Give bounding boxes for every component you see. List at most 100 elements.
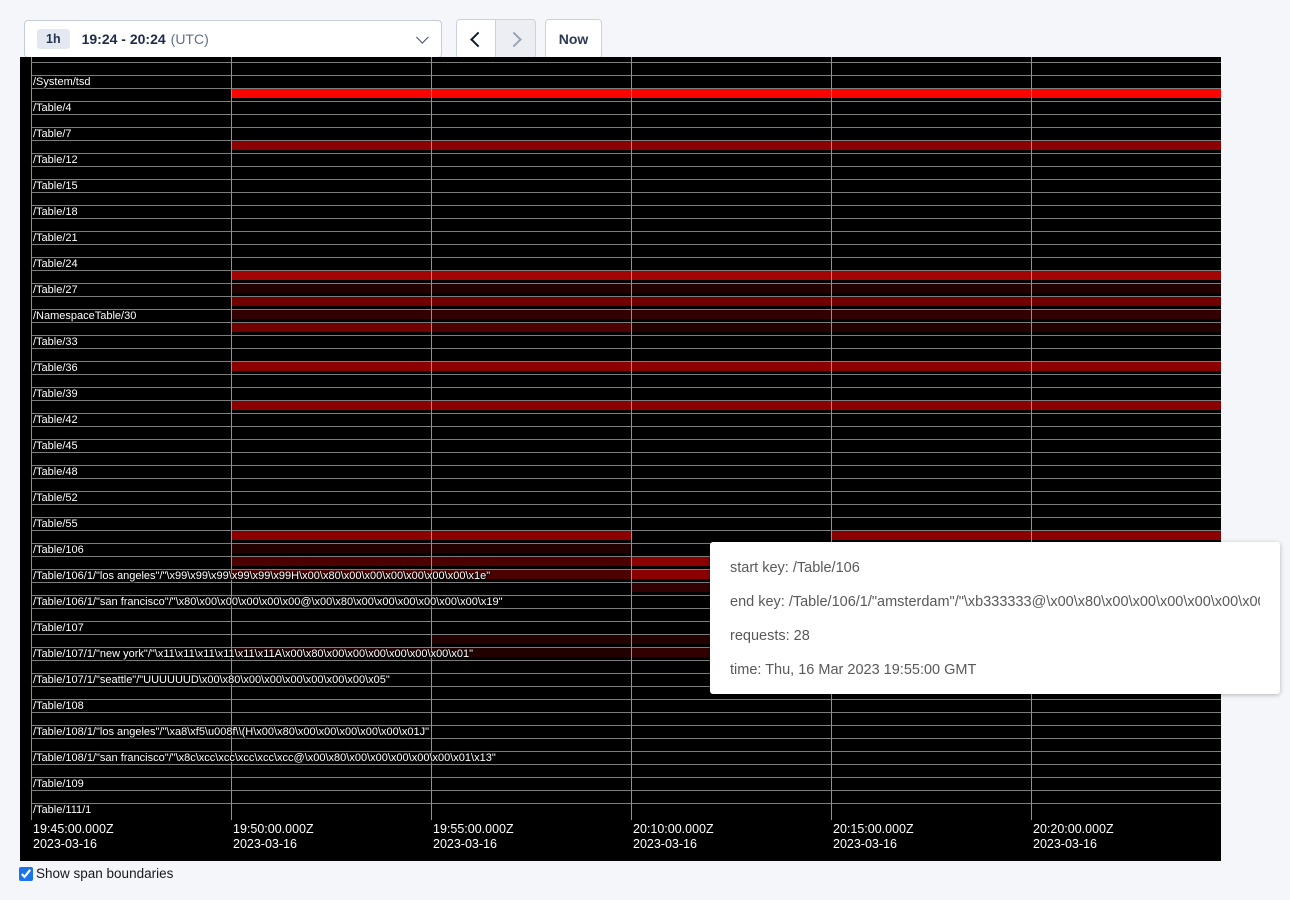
heatmap-cell[interactable] — [431, 362, 631, 371]
heatmap-cell[interactable] — [231, 362, 431, 371]
heatmap-cell[interactable] — [1031, 297, 1221, 306]
heatmap-row[interactable]: /Table/42 — [31, 413, 1221, 426]
heatmap-cell[interactable] — [831, 89, 1031, 98]
heatmap-row[interactable] — [31, 348, 1221, 361]
heatmap-row[interactable]: /Table/36 — [31, 361, 1221, 374]
heatmap-row[interactable] — [31, 62, 1221, 75]
heatmap-cell[interactable] — [431, 544, 631, 553]
heatmap-cell[interactable] — [831, 362, 1031, 371]
heatmap-row[interactable] — [31, 712, 1221, 725]
heatmap-cell[interactable] — [1031, 401, 1221, 410]
heatmap-row[interactable]: /Table/24 — [31, 257, 1221, 270]
heatmap-cell[interactable] — [831, 310, 1031, 319]
heatmap-cell[interactable] — [631, 362, 831, 371]
heatmap-row[interactable] — [31, 244, 1221, 257]
heatmap-row[interactable]: /Table/108/1/"san francisco"/"\x8c\xcc\x… — [31, 751, 1221, 764]
heatmap-cell[interactable] — [231, 271, 431, 280]
key-visualizer-canvas[interactable]: /System/tsd/Table/4/Table/7/Table/12/Tab… — [20, 57, 1221, 861]
heatmap-row[interactable] — [31, 426, 1221, 439]
heatmap-row[interactable]: /Table/15 — [31, 179, 1221, 192]
heatmap-row[interactable]: /Table/55 — [31, 517, 1221, 530]
heatmap-row[interactable]: /Table/12 — [31, 153, 1221, 166]
heatmap-row[interactable] — [31, 400, 1221, 413]
heatmap-row[interactable] — [31, 114, 1221, 127]
heatmap-cell[interactable] — [1031, 284, 1221, 293]
now-button[interactable]: Now — [545, 19, 602, 59]
heatmap-cell[interactable] — [231, 531, 431, 540]
heatmap-row[interactable]: /Table/33 — [31, 335, 1221, 348]
heatmap-cell[interactable] — [831, 271, 1031, 280]
heatmap-cell[interactable] — [1031, 89, 1221, 98]
heatmap-cell[interactable] — [431, 141, 631, 150]
show-span-boundaries-checkbox[interactable] — [19, 867, 33, 881]
heatmap-row[interactable] — [31, 374, 1221, 387]
heatmap-row[interactable] — [31, 478, 1221, 491]
heatmap-cell[interactable] — [431, 557, 631, 566]
heatmap-cell[interactable] — [431, 310, 631, 319]
heatmap-row[interactable] — [31, 322, 1221, 335]
heatmap-cell[interactable] — [431, 635, 631, 644]
heatmap-cell[interactable] — [1031, 141, 1221, 150]
time-range-select[interactable]: 1h 19:24 - 20:24 (UTC) — [24, 20, 442, 58]
heatmap-cell[interactable] — [431, 323, 631, 332]
heatmap-row[interactable]: /Table/27 — [31, 283, 1221, 296]
previous-range-button[interactable] — [456, 19, 496, 59]
heatmap-cell[interactable] — [831, 401, 1031, 410]
heatmap-cell[interactable] — [631, 271, 831, 280]
heatmap-row[interactable]: /System/tsd — [31, 75, 1221, 88]
heatmap-row[interactable]: /Table/7 — [31, 127, 1221, 140]
heatmap-row[interactable]: /Table/109 — [31, 777, 1221, 790]
heatmap-cell[interactable] — [431, 297, 631, 306]
heatmap-cell[interactable] — [231, 141, 431, 150]
next-range-button[interactable] — [496, 19, 536, 59]
heatmap-cell[interactable] — [431, 271, 631, 280]
heatmap-cell[interactable] — [231, 401, 431, 410]
heatmap-row[interactable] — [31, 140, 1221, 153]
heatmap-cell[interactable] — [631, 89, 831, 98]
heatmap-row[interactable] — [31, 192, 1221, 205]
heatmap-row[interactable] — [31, 764, 1221, 777]
heatmap-cell[interactable] — [431, 401, 631, 410]
heatmap-row[interactable] — [31, 790, 1221, 803]
heatmap-cell[interactable] — [631, 141, 831, 150]
heatmap-cell[interactable] — [231, 297, 431, 306]
heatmap-cell[interactable] — [231, 323, 431, 332]
heatmap-cell[interactable] — [631, 310, 831, 319]
heatmap-row[interactable]: /Table/111/1 — [31, 803, 1221, 816]
heatmap-cell[interactable] — [1031, 323, 1221, 332]
heatmap-cell[interactable] — [831, 141, 1031, 150]
heatmap-row[interactable] — [31, 296, 1221, 309]
heatmap-cell[interactable] — [631, 284, 831, 293]
heatmap-cell[interactable] — [631, 401, 831, 410]
heatmap-cell[interactable] — [831, 297, 1031, 306]
heatmap-cell[interactable] — [431, 284, 631, 293]
heatmap-row[interactable]: /Table/39 — [31, 387, 1221, 400]
heatmap-cell[interactable] — [831, 284, 1031, 293]
heatmap-row[interactable]: /Table/4 — [31, 101, 1221, 114]
heatmap-cell[interactable] — [831, 323, 1031, 332]
heatmap-row[interactable]: /Table/52 — [31, 491, 1221, 504]
heatmap-row[interactable] — [31, 88, 1221, 101]
heatmap-row[interactable]: /Table/45 — [31, 439, 1221, 452]
heatmap-cell[interactable] — [1031, 310, 1221, 319]
heatmap-cell[interactable] — [231, 544, 431, 553]
heatmap-row[interactable] — [31, 270, 1221, 283]
heatmap-cell[interactable] — [831, 531, 1031, 540]
heatmap-cell[interactable] — [231, 89, 431, 98]
heatmap-cell[interactable] — [231, 310, 431, 319]
heatmap-row[interactable]: /NamespaceTable/30 — [31, 309, 1221, 322]
heatmap-cell[interactable] — [431, 531, 631, 540]
heatmap-cell[interactable] — [631, 323, 831, 332]
heatmap-cell[interactable] — [431, 89, 631, 98]
heatmap-cell[interactable] — [1031, 271, 1221, 280]
heatmap-cell[interactable] — [231, 557, 431, 566]
heatmap-row[interactable] — [31, 504, 1221, 517]
heatmap-row[interactable] — [31, 738, 1221, 751]
heatmap-cell[interactable] — [1031, 531, 1221, 540]
heatmap-row[interactable] — [31, 218, 1221, 231]
heatmap-row[interactable]: /Table/18 — [31, 205, 1221, 218]
heatmap-row[interactable]: /Table/48 — [31, 465, 1221, 478]
heatmap-row[interactable]: /Table/108/1/"los angeles"/"\xa8\xf5\u00… — [31, 725, 1221, 738]
heatmap-cell[interactable] — [1031, 362, 1221, 371]
heatmap-row[interactable]: /Table/108 — [31, 699, 1221, 712]
